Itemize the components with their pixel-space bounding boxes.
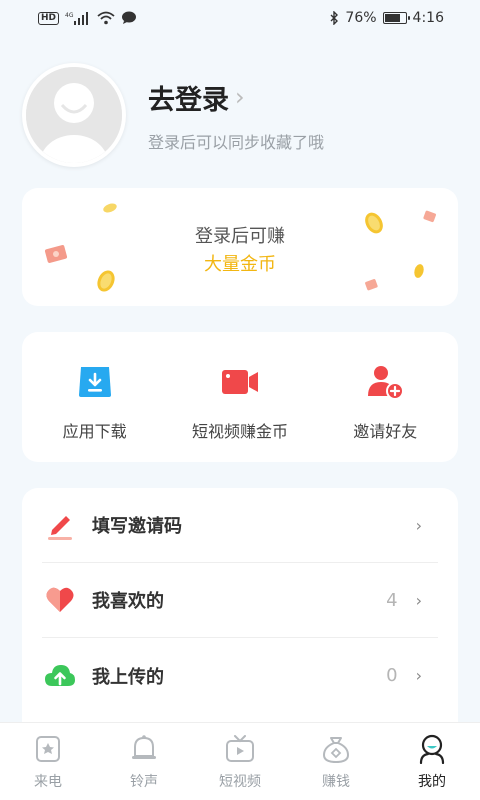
nav-item-calls[interactable]: 来电 bbox=[0, 733, 96, 791]
battery-icon bbox=[382, 12, 410, 24]
nav-label: 短视频 bbox=[219, 773, 261, 790]
nav-label: 赚钱 bbox=[322, 773, 350, 790]
coin-deco-icon bbox=[103, 203, 117, 213]
money-bag-icon bbox=[320, 733, 352, 765]
cloud-upload-icon bbox=[44, 660, 76, 692]
hd-badge: HD bbox=[38, 11, 60, 25]
network-type-label: 4G bbox=[65, 12, 74, 19]
battery-fill bbox=[384, 14, 400, 22]
chevron-right-icon: › bbox=[415, 515, 422, 535]
tool-label: 应用下载 bbox=[62, 422, 127, 441]
tools-card: 应用下载 短视频赚金币 邀请好友 bbox=[22, 332, 458, 462]
profile-header[interactable]: 去登录 › 登录后可以同步收藏了哦 bbox=[22, 60, 462, 170]
nav-item-mine[interactable]: 我的 bbox=[384, 733, 480, 791]
tool-label: 邀请好友 bbox=[353, 422, 418, 441]
nav-label: 我的 bbox=[418, 773, 446, 790]
message-icon bbox=[121, 11, 137, 25]
tool-short-video-coins[interactable]: 短视频赚金币 bbox=[170, 364, 310, 442]
earn-coins-card[interactable]: 登录后可赚 大量金币 bbox=[22, 188, 458, 306]
chevron-right-icon: › bbox=[415, 590, 422, 610]
tool-invite-friends[interactable]: 邀请好友 bbox=[315, 364, 455, 442]
earn-line1: 登录后可赚 bbox=[195, 226, 285, 247]
login-subtitle: 登录后可以同步收藏了哦 bbox=[148, 132, 325, 152]
bell-icon bbox=[128, 733, 160, 765]
tool-app-download[interactable]: 应用下载 bbox=[25, 364, 165, 442]
nav-label: 来电 bbox=[34, 773, 62, 790]
bluetooth-icon bbox=[329, 11, 339, 25]
avatar[interactable] bbox=[22, 63, 126, 167]
nav-item-earn[interactable]: 赚钱 bbox=[288, 733, 384, 791]
tv-play-icon bbox=[224, 733, 256, 765]
menu-list: 填写邀请码 › 我喜欢的 4 › 我上传的 0 › bbox=[22, 488, 458, 738]
phone-frame-icon bbox=[32, 733, 64, 765]
login-title[interactable]: 去登录 bbox=[148, 78, 229, 117]
status-left: HD 4G bbox=[38, 11, 137, 25]
nav-label: 铃声 bbox=[130, 773, 158, 790]
profile-icon bbox=[416, 733, 448, 765]
list-item-uploads[interactable]: 我上传的 0 › bbox=[42, 638, 438, 713]
red-packet-deco-icon bbox=[365, 279, 378, 291]
status-right: 76% 4:16 bbox=[329, 10, 444, 26]
add-friend-icon bbox=[365, 364, 405, 400]
list-item-count: 0 bbox=[386, 665, 398, 686]
status-bar: HD 4G 76% 4:16 bbox=[0, 0, 480, 36]
clock: 4:16 bbox=[412, 10, 444, 26]
chevron-right-icon: › bbox=[235, 83, 245, 111]
earn-line2: 大量金币 bbox=[204, 254, 276, 275]
download-icon bbox=[75, 364, 115, 400]
login-link[interactable]: 去登录 › bbox=[148, 78, 324, 117]
list-item-label: 我上传的 bbox=[92, 666, 164, 688]
list-item-invite-code[interactable]: 填写邀请码 › bbox=[42, 488, 438, 563]
profile-text: 去登录 › 登录后可以同步收藏了哦 bbox=[148, 78, 324, 153]
list-item-favorites[interactable]: 我喜欢的 4 › bbox=[42, 563, 438, 638]
list-item-count: 4 bbox=[386, 589, 398, 611]
video-camera-icon bbox=[220, 364, 260, 400]
wifi-icon bbox=[97, 11, 115, 25]
bottom-nav: 来电 铃声 短视频 赚钱 我的 bbox=[0, 722, 480, 800]
pencil-icon bbox=[44, 509, 76, 541]
chevron-right-icon: › bbox=[415, 666, 422, 685]
default-avatar-icon bbox=[26, 67, 122, 163]
list-item-label: 我喜欢的 bbox=[92, 591, 164, 612]
signal-icon: 4G bbox=[65, 11, 91, 25]
nav-item-ringtones[interactable]: 铃声 bbox=[96, 733, 192, 791]
tool-label: 短视频赚金币 bbox=[191, 422, 288, 441]
list-item-label: 填写邀请码 bbox=[92, 516, 182, 537]
nav-item-short-video[interactable]: 短视频 bbox=[192, 733, 288, 791]
battery-percent: 76% bbox=[345, 10, 377, 26]
heart-icon bbox=[44, 584, 76, 616]
